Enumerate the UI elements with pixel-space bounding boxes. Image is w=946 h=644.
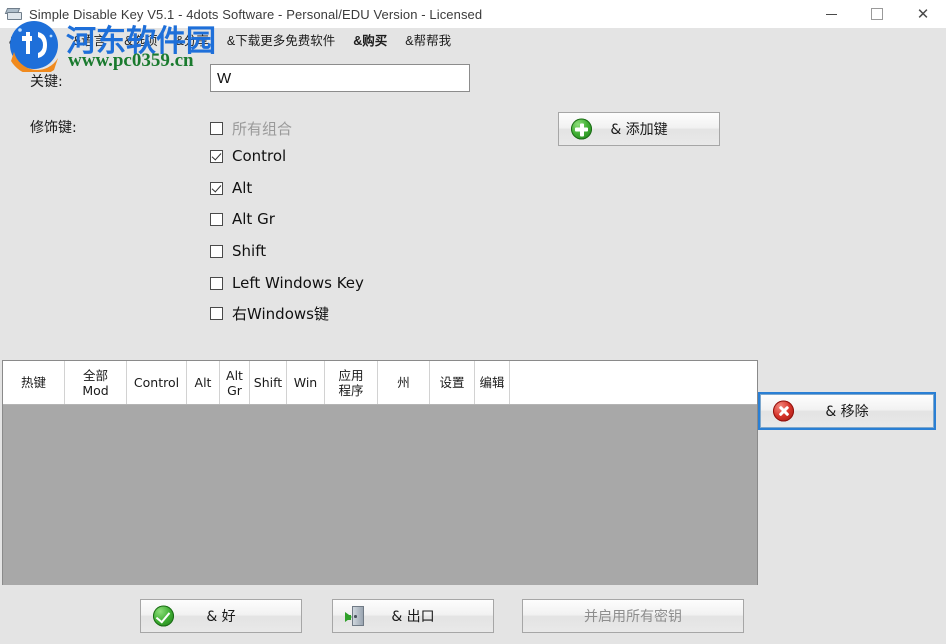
column-header-3[interactable]: Alt [187, 361, 220, 404]
window-controls: ✕ [808, 0, 946, 28]
maximize-button[interactable] [854, 0, 900, 28]
checkbox-label: Control [232, 147, 287, 165]
checkbox-label: Alt Gr [232, 210, 275, 228]
checkbox-label: Shift [232, 242, 267, 260]
checkbox-checked-icon[interactable] [210, 181, 223, 195]
hotkey-list[interactable]: 热键 全部 Mod Control Alt Alt Gr Shift Win 应用 程序州设置… [2, 360, 758, 585]
enable-all-keys-button-label: 并启用所有密钥 [584, 609, 682, 625]
title-bar: Simple Disable Key V5.1 - 4dots Software… [0, 0, 946, 29]
add-key-button-label: & 添加键 [610, 122, 668, 138]
exit-door-icon [345, 606, 365, 626]
checkbox-checked-icon[interactable] [210, 149, 223, 163]
column-header-8[interactable]: 州 [378, 361, 430, 404]
window-title: Simple Disable Key V5.1 - 4dots Software… [29, 6, 483, 22]
column-header-2[interactable]: Control [127, 361, 187, 404]
column-header-filler [510, 361, 757, 404]
application-window: Simple Disable Key V5.1 - 4dots Software… [0, 0, 946, 644]
checkbox-unchecked-icon[interactable] [210, 276, 223, 290]
column-header-0[interactable]: 热键 [3, 361, 65, 404]
menu-bar: &右键盘 &语言 &选项 &分享 &下载更多免费软件 &购买 &帮帮我 [0, 28, 946, 50]
checkbox-row-1[interactable]: Control [210, 146, 286, 166]
column-header-1[interactable]: 全部 Mod [65, 361, 127, 404]
watermark-url: www.pc0359.cn [68, 50, 194, 71]
checkbox-row-2[interactable]: Alt [210, 178, 252, 198]
column-header-9[interactable]: 设置 [430, 361, 475, 404]
ok-button[interactable]: & 好 [140, 599, 302, 633]
key-label: 关键: [30, 74, 63, 90]
menu-item-5[interactable]: &购买 [344, 28, 396, 51]
red-x-circle-icon [773, 400, 794, 422]
menu-item-1[interactable]: &语言 [64, 28, 115, 51]
minimize-button[interactable] [808, 0, 854, 28]
checkbox-label: Left Windows Key [232, 274, 364, 292]
menu-item-3[interactable]: &分享 [167, 28, 218, 51]
column-header-4[interactable]: Alt Gr [220, 361, 250, 404]
checkbox-row-0[interactable]: 所有组合 [210, 118, 292, 138]
checkbox-unchecked-icon[interactable] [210, 212, 223, 226]
checkbox-unchecked-icon[interactable] [210, 306, 223, 320]
column-header-10[interactable]: 编辑 [475, 361, 510, 404]
checkbox-label: 右Windows键 [232, 304, 329, 323]
menu-item-6[interactable]: &帮帮我 [396, 28, 460, 51]
add-key-button[interactable]: & 添加键 [558, 112, 720, 146]
menu-item-2[interactable]: &选项 [115, 28, 166, 51]
checkbox-unchecked-icon[interactable] [210, 121, 223, 135]
hotkey-list-body[interactable] [3, 405, 757, 585]
column-header-6[interactable]: Win [287, 361, 325, 404]
checkbox-label: 所有组合 [232, 119, 293, 138]
column-header-7[interactable]: 应用 程序 [325, 361, 378, 404]
ok-button-label: & 好 [206, 609, 236, 625]
checkbox-row-6[interactable]: 右Windows键 [210, 303, 329, 323]
remove-button[interactable]: & 移除 [758, 392, 936, 430]
green-plus-circle-icon [571, 118, 592, 140]
menu-item-0[interactable]: &右键盘 [0, 28, 64, 51]
checkbox-row-5[interactable]: Left Windows Key [210, 273, 364, 293]
exit-button-label: & 出口 [391, 609, 435, 625]
remove-button-label: & 移除 [825, 404, 869, 420]
column-header-5[interactable]: Shift [250, 361, 287, 404]
hotkey-list-header: 热键 全部 Mod Control Alt Alt Gr Shift Win 应用 程序州设置… [3, 361, 757, 405]
modifier-label: 修饰键: [30, 120, 77, 136]
app-window-icon [4, 5, 24, 23]
key-input[interactable] [210, 64, 470, 92]
enable-all-keys-button[interactable]: 并启用所有密钥 [522, 599, 744, 633]
checkbox-unchecked-icon[interactable] [210, 244, 223, 258]
checkbox-row-3[interactable]: Alt Gr [210, 209, 275, 229]
checkbox-label: Alt [232, 179, 253, 197]
close-button[interactable]: ✕ [900, 0, 946, 28]
checkbox-row-4[interactable]: Shift [210, 241, 266, 261]
green-check-circle-icon [153, 605, 174, 627]
exit-button[interactable]: & 出口 [332, 599, 494, 633]
menu-item-4[interactable]: &下载更多免费软件 [218, 28, 344, 51]
